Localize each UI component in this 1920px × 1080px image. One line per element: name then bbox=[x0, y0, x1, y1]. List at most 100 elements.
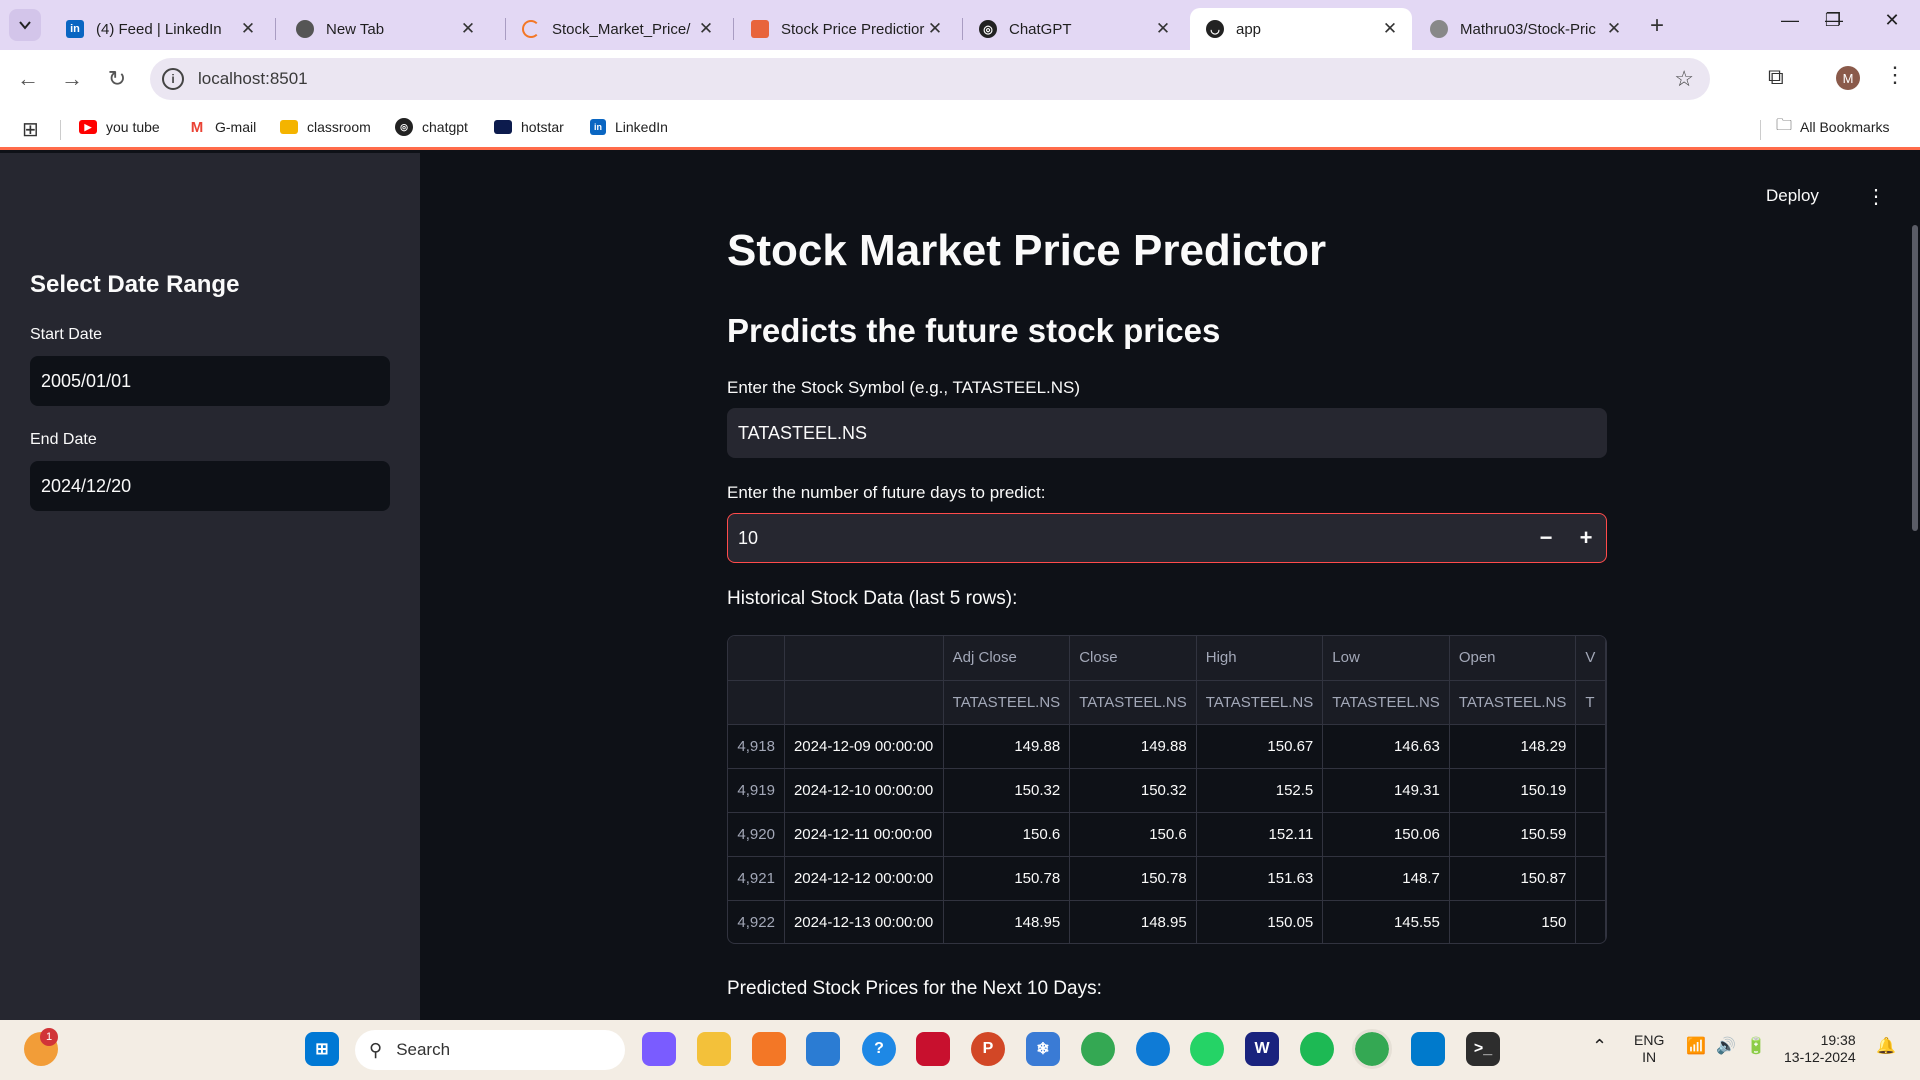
days-value[interactable]: 10 bbox=[738, 528, 1526, 549]
terminal-icon[interactable]: >_ bbox=[1466, 1032, 1500, 1066]
start-date-label: Start Date bbox=[30, 326, 103, 343]
language-indicator[interactable]: ENG IN bbox=[1634, 1032, 1664, 1066]
browser-menu-icon[interactable]: ⋮ bbox=[1884, 62, 1906, 88]
historical-heading: Historical Stock Data (last 5 rows): bbox=[727, 588, 1018, 609]
chrome-profile-icon[interactable] bbox=[1352, 1029, 1392, 1069]
bookmark-label: classroom bbox=[307, 119, 371, 135]
youtube-icon: ▶ bbox=[79, 120, 97, 134]
reload-icon: ↻ bbox=[107, 66, 127, 91]
tab-chatgpt[interactable]: ◎ ChatGPT ✕ bbox=[963, 8, 1185, 50]
close-icon[interactable]: ✕ bbox=[925, 19, 945, 39]
close-icon[interactable]: ✕ bbox=[1380, 19, 1400, 39]
table-row[interactable]: 4,922 2024-12-13 00:00:00 148.95 148.95 150.… bbox=[728, 900, 1606, 943]
region-text: IN bbox=[1642, 1049, 1657, 1065]
github-icon bbox=[1430, 20, 1448, 38]
table-cell: 148.95 bbox=[943, 900, 1071, 943]
main-scrollbar[interactable] bbox=[1912, 225, 1918, 531]
browser-toolbar: ← → ↻ i localhost:8501 ☆ bbox=[0, 50, 1920, 108]
forward-button[interactable]: → bbox=[56, 63, 88, 95]
symbol-input[interactable]: TATASTEEL.NS bbox=[727, 408, 1607, 458]
table-cell: 149.88 bbox=[1069, 724, 1197, 769]
whatsapp-icon[interactable] bbox=[1190, 1032, 1224, 1066]
notifications-icon[interactable]: 🔔 bbox=[1876, 1038, 1896, 1055]
close-icon[interactable]: ✕ bbox=[1153, 19, 1173, 39]
start-date-input[interactable]: 2005/01/01 bbox=[30, 356, 390, 406]
decrement-button[interactable]: − bbox=[1526, 525, 1566, 551]
tab-github[interactable]: Mathru03/Stock-Pric ✕ bbox=[1414, 8, 1636, 50]
ticker-header: TATASTEEL.NS bbox=[1449, 680, 1577, 725]
bookmark-gmail[interactable]: M G-mail bbox=[188, 116, 256, 138]
apps-grid-icon[interactable]: ⊞ bbox=[22, 117, 39, 142]
bookmark-hotstar[interactable]: hotstar bbox=[494, 116, 564, 138]
header-date-cell bbox=[784, 636, 944, 681]
clock[interactable]: 19:38 13-12-2024 bbox=[1784, 1032, 1856, 1066]
table-cell: 151.63 bbox=[1196, 856, 1324, 901]
mcafee-icon[interactable] bbox=[916, 1032, 950, 1066]
days-number-input[interactable]: 10 − + bbox=[727, 513, 1607, 563]
row-index: 4,922 bbox=[728, 900, 785, 943]
chrome-icon[interactable] bbox=[1081, 1032, 1115, 1066]
table-row[interactable]: 4,921 2024-12-12 00:00:00 150.78 150.78 151.… bbox=[728, 856, 1606, 901]
profile-avatar[interactable]: M bbox=[1836, 66, 1860, 90]
increment-button[interactable]: + bbox=[1566, 525, 1606, 551]
column-header: High bbox=[1196, 636, 1324, 681]
close-icon[interactable]: ✕ bbox=[696, 19, 716, 39]
copilot-icon[interactable] bbox=[642, 1032, 676, 1066]
jupyter-icon[interactable] bbox=[752, 1032, 786, 1066]
app-menu-icon[interactable]: ⋮ bbox=[1866, 184, 1886, 209]
powerpoint-icon[interactable]: P bbox=[971, 1032, 1005, 1066]
deploy-button[interactable]: Deploy bbox=[1766, 186, 1819, 206]
table-row[interactable]: 4,919 2024-12-10 00:00:00 150.32 150.32 152.… bbox=[728, 768, 1606, 813]
table-cell: 150.32 bbox=[943, 768, 1071, 813]
file-explorer-icon[interactable] bbox=[697, 1032, 731, 1066]
bookmark-youtube[interactable]: ▶ you tube bbox=[79, 116, 160, 138]
historical-data-table[interactable]: Adj Close Close High Low Open V TATASTEEL.NS TA… bbox=[727, 635, 1607, 944]
tab-search-button[interactable] bbox=[9, 9, 41, 41]
table-row[interactable]: 4,920 2024-12-11 00:00:00 150.6 150.6 152.11… bbox=[728, 812, 1606, 857]
snowflake-app-icon[interactable]: ❄ bbox=[1026, 1032, 1060, 1066]
table-header-row: Adj Close Close High Low Open V bbox=[728, 636, 1606, 681]
address-bar[interactable]: i localhost:8501 ☆ bbox=[150, 58, 1710, 100]
restore-button[interactable]: ❐ bbox=[1813, 10, 1853, 31]
volume-icon[interactable]: 🔊 bbox=[1716, 1038, 1736, 1055]
taskbar-search[interactable]: ⚲ Search bbox=[355, 1030, 625, 1070]
close-window-button[interactable]: ✕ bbox=[1872, 10, 1912, 31]
tab-app[interactable]: ◡ app ✕ bbox=[1190, 8, 1412, 50]
extensions-icon[interactable]: ⧉ bbox=[1768, 64, 1784, 90]
chevron-up-icon[interactable]: ⌃ bbox=[1592, 1037, 1607, 1055]
close-icon[interactable]: ✕ bbox=[458, 19, 478, 39]
tab-linkedin[interactable]: in (4) Feed | LinkedIn ✕ bbox=[50, 8, 270, 50]
close-icon[interactable]: ✕ bbox=[238, 19, 258, 39]
close-icon[interactable]: ✕ bbox=[1604, 19, 1624, 39]
tab-jupyter[interactable]: Stock_Market_Price/ ✕ bbox=[506, 8, 728, 50]
end-date-input[interactable]: 2024/12/20 bbox=[30, 461, 390, 511]
webex-icon[interactable]: W bbox=[1245, 1032, 1279, 1066]
table-cell: 150 bbox=[1449, 900, 1577, 943]
bookmark-star-icon[interactable]: ☆ bbox=[1674, 66, 1694, 92]
site-info-icon[interactable]: i bbox=[162, 68, 184, 90]
all-bookmarks-button[interactable]: 🗀 All Bookmarks bbox=[1776, 116, 1889, 138]
tab-stock-price-prediction[interactable]: Stock Price Predictior ✕ bbox=[735, 8, 957, 50]
edge-icon[interactable] bbox=[1136, 1032, 1170, 1066]
windows-start-icon[interactable]: ⊞ bbox=[305, 1032, 339, 1066]
table-cell: 146.63 bbox=[1322, 724, 1450, 769]
spotify-icon[interactable] bbox=[1300, 1032, 1334, 1066]
vscode-icon[interactable] bbox=[1411, 1032, 1445, 1066]
url-text[interactable]: localhost:8501 bbox=[198, 69, 308, 89]
table-cell: 150.05 bbox=[1196, 900, 1324, 943]
bookmark-chatgpt[interactable]: ◎ chatgpt bbox=[395, 116, 468, 138]
gmail-icon: M bbox=[190, 118, 204, 136]
search-label: Search bbox=[396, 1040, 451, 1059]
wifi-icon[interactable]: 📶 bbox=[1686, 1038, 1706, 1055]
reload-button[interactable]: ↻ bbox=[101, 63, 133, 95]
table-row[interactable]: 4,918 2024-12-09 00:00:00 149.88 149.88 150.… bbox=[728, 724, 1606, 769]
new-tab-button[interactable]: + bbox=[1650, 12, 1664, 40]
bookmark-classroom[interactable]: classroom bbox=[280, 116, 371, 138]
minimize-button[interactable]: — bbox=[1770, 10, 1810, 31]
bookmark-linkedin[interactable]: in LinkedIn bbox=[590, 116, 668, 138]
help-icon[interactable]: ? bbox=[862, 1032, 896, 1066]
back-button[interactable]: ← bbox=[12, 63, 44, 95]
tab-new-tab[interactable]: New Tab ✕ bbox=[280, 8, 490, 50]
store-icon[interactable] bbox=[806, 1032, 840, 1066]
battery-icon[interactable]: 🔋 bbox=[1746, 1038, 1766, 1055]
